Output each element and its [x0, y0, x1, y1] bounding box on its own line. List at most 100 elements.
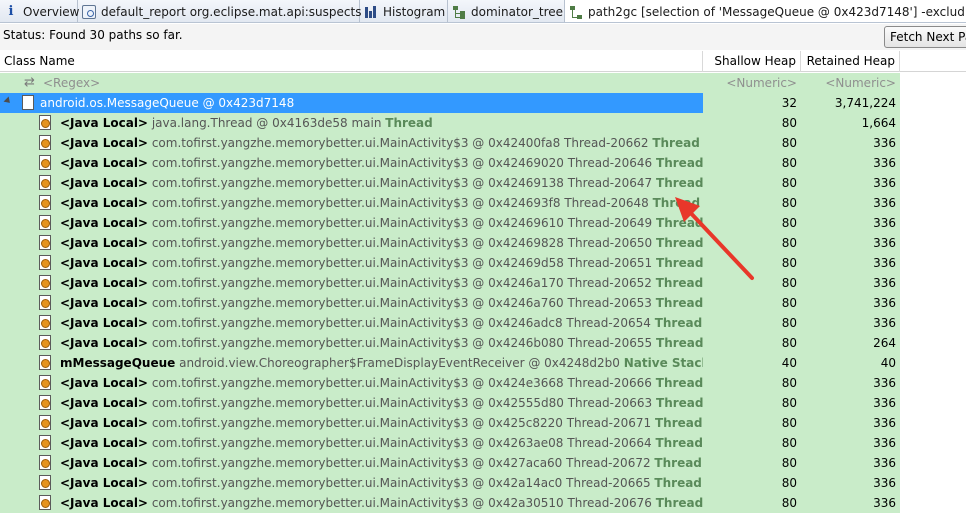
- object-icon: [39, 395, 51, 410]
- expand-toggle-icon[interactable]: [3, 96, 13, 106]
- tab-overview[interactable]: i Overview: [0, 0, 80, 22]
- object-label: com.tofirst.yangzhe.memorybetter.ui.Main…: [151, 236, 653, 250]
- shallow-heap-cell: 80: [781, 156, 797, 170]
- row-name-cell: <Java Local> com.tofirst.yangzhe.memoryb…: [0, 173, 703, 193]
- retained-filter-input[interactable]: <Numeric>: [801, 73, 899, 93]
- object-label: java.lang.Thread @ 0x4163de58 main: [151, 116, 382, 130]
- tree-root-row[interactable]: android.os.MessageQueue @ 0x423d7148 32 …: [0, 93, 900, 113]
- object-label: com.tofirst.yangzhe.memorybetter.ui.Main…: [151, 216, 653, 230]
- reference-kind: <Java Local>: [60, 156, 148, 170]
- shallow-heap-cell: 80: [781, 316, 797, 330]
- reference-kind: <Java Local>: [60, 176, 148, 190]
- retained-heap-cell: 336: [873, 476, 896, 490]
- row-name-cell: <Java Local> com.tofirst.yangzhe.memoryb…: [0, 433, 703, 453]
- table-row[interactable]: <Java Local> com.tofirst.yangzhe.memoryb…: [0, 153, 900, 173]
- fetch-next-button[interactable]: Fetch Next Pa: [884, 26, 966, 48]
- row-name-cell: <Java Local> com.tofirst.yangzhe.memoryb…: [0, 453, 703, 473]
- table-row[interactable]: <Java Local> com.tofirst.yangzhe.memoryb…: [0, 233, 900, 253]
- row-name-cell: <Java Local> com.tofirst.yangzhe.memoryb…: [0, 133, 703, 153]
- retained-heap-cell: 336: [873, 276, 896, 290]
- table-row[interactable]: <Java Local> com.tofirst.yangzhe.memoryb…: [0, 193, 900, 213]
- column-header-retained-heap[interactable]: Retained Heap: [801, 51, 900, 72]
- shallow-filter-input[interactable]: <Numeric>: [703, 73, 801, 93]
- table-row[interactable]: mMessageQueue android.view.Choreographer…: [0, 353, 900, 373]
- retained-heap-cell: 336: [873, 256, 896, 270]
- table-row[interactable]: <Java Local> com.tofirst.yangzhe.memoryb…: [0, 173, 900, 193]
- row-label: <Java Local> com.tofirst.yangzhe.memoryb…: [60, 313, 702, 333]
- path-to-gc-tree-table: Class Name Shallow Heap Retained Heap ⇄ …: [0, 51, 966, 514]
- row-name-cell: <Java Local> com.tofirst.yangzhe.memoryb…: [0, 233, 703, 253]
- column-header-shallow-heap[interactable]: Shallow Heap: [703, 51, 801, 72]
- regex-filter-cell[interactable]: ⇄ <Regex>: [0, 73, 703, 93]
- row-name-cell: <Java Local> com.tofirst.yangzhe.memoryb…: [0, 413, 703, 433]
- retained-heap-cell: 336: [873, 496, 896, 510]
- table-row[interactable]: <Java Local> com.tofirst.yangzhe.memoryb…: [0, 373, 900, 393]
- reference-kind: <Java Local>: [60, 436, 148, 450]
- root-shallow-heap: 32: [781, 96, 797, 110]
- retained-heap-cell: 336: [873, 156, 896, 170]
- row-label: <Java Local> com.tofirst.yangzhe.memoryb…: [60, 133, 700, 153]
- table-row[interactable]: <Java Local> com.tofirst.yangzhe.memoryb…: [0, 273, 900, 293]
- object-label: com.tofirst.yangzhe.memorybetter.ui.Main…: [151, 256, 653, 270]
- tab-default-report-label: default_report org.eclipse.mat.api:suspe…: [101, 4, 362, 19]
- retained-heap-cell: 336: [873, 416, 896, 430]
- object-label: com.tofirst.yangzhe.memorybetter.ui.Main…: [151, 376, 652, 390]
- retained-heap-cell: 336: [873, 216, 896, 230]
- reference-kind: <Java Local>: [60, 196, 148, 210]
- object-icon: [22, 95, 34, 110]
- table-row[interactable]: <Java Local> com.tofirst.yangzhe.memoryb…: [0, 473, 900, 493]
- root-object-name: android.os.MessageQueue @ 0x423d7148: [40, 96, 295, 110]
- retained-heap-cell: 336: [873, 316, 896, 330]
- reference-kind: <Java Local>: [60, 416, 148, 430]
- table-row[interactable]: <Java Local> com.tofirst.yangzhe.memoryb…: [0, 253, 900, 273]
- gc-root-type: Thread: [656, 176, 703, 190]
- status-bar: Status: Found 30 paths so far.: [0, 24, 966, 50]
- table-row[interactable]: <Java Local> com.tofirst.yangzhe.memoryb…: [0, 213, 900, 233]
- tab-path2gc-label: path2gc [selection of 'MessageQueue @ 0x…: [588, 5, 965, 19]
- gc-root-type: Thread: [656, 336, 703, 350]
- column-header-class-name[interactable]: Class Name: [0, 51, 703, 72]
- table-row[interactable]: <Java Local> com.tofirst.yangzhe.memoryb…: [0, 333, 900, 353]
- tab-default-report[interactable]: default_report org.eclipse.mat.api:suspe…: [78, 0, 362, 22]
- table-row[interactable]: <Java Local> com.tofirst.yangzhe.memoryb…: [0, 313, 900, 333]
- retained-heap-cell: 336: [873, 196, 896, 210]
- tab-histogram[interactable]: Histogram: [360, 0, 448, 22]
- row-label: <Java Local> com.tofirst.yangzhe.memoryb…: [60, 273, 703, 293]
- gc-root-type: Native Stack: [623, 356, 703, 370]
- retained-heap-cell: 336: [873, 296, 896, 310]
- row-label: <Java Local> com.tofirst.yangzhe.memoryb…: [60, 333, 703, 353]
- row-name-cell: <Java Local> com.tofirst.yangzhe.memoryb…: [0, 493, 703, 513]
- object-icon: [39, 115, 51, 130]
- object-icon: [39, 195, 51, 210]
- shallow-heap-cell: 80: [781, 416, 797, 430]
- regex-filter-input[interactable]: <Regex>: [43, 73, 100, 93]
- gc-root-type: Thread: [655, 376, 703, 390]
- table-row[interactable]: <Java Local> java.lang.Thread @ 0x4163de…: [0, 113, 900, 133]
- table-row[interactable]: <Java Local> com.tofirst.yangzhe.memoryb…: [0, 393, 900, 413]
- gc-root-type: Thread: [656, 256, 703, 270]
- table-row[interactable]: <Java Local> com.tofirst.yangzhe.memoryb…: [0, 133, 900, 153]
- object-label: com.tofirst.yangzhe.memorybetter.ui.Main…: [151, 136, 649, 150]
- retained-heap-cell: 336: [873, 396, 896, 410]
- table-row[interactable]: <Java Local> com.tofirst.yangzhe.memoryb…: [0, 493, 900, 513]
- gc-root-type: Thread: [654, 316, 703, 330]
- object-icon: [39, 375, 51, 390]
- histogram-icon: [364, 5, 378, 19]
- table-row[interactable]: <Java Local> com.tofirst.yangzhe.memoryb…: [0, 433, 900, 453]
- row-label: <Java Local> com.tofirst.yangzhe.memoryb…: [60, 253, 703, 273]
- gc-root-type: Thread: [656, 236, 703, 250]
- report-icon: [82, 4, 96, 19]
- row-label: <Java Local> com.tofirst.yangzhe.memoryb…: [60, 293, 703, 313]
- tab-path2gc[interactable]: path2gc [selection of 'MessageQueue @ 0x…: [565, 0, 966, 22]
- shallow-heap-cell: 80: [781, 496, 797, 510]
- table-row[interactable]: <Java Local> com.tofirst.yangzhe.memoryb…: [0, 293, 900, 313]
- table-row[interactable]: <Java Local> com.tofirst.yangzhe.memoryb…: [0, 413, 900, 433]
- reference-kind: <Java Local>: [60, 296, 148, 310]
- tab-dominator-tree[interactable]: dominator_tree: [448, 0, 565, 22]
- reference-kind: <Java Local>: [60, 396, 148, 410]
- retained-heap-cell: 336: [873, 236, 896, 250]
- row-name-cell: mMessageQueue android.view.Choreographer…: [0, 353, 703, 373]
- retained-heap-cell: 336: [873, 456, 896, 470]
- row-name-cell: <Java Local> com.tofirst.yangzhe.memoryb…: [0, 393, 703, 413]
- table-row[interactable]: <Java Local> com.tofirst.yangzhe.memoryb…: [0, 453, 900, 473]
